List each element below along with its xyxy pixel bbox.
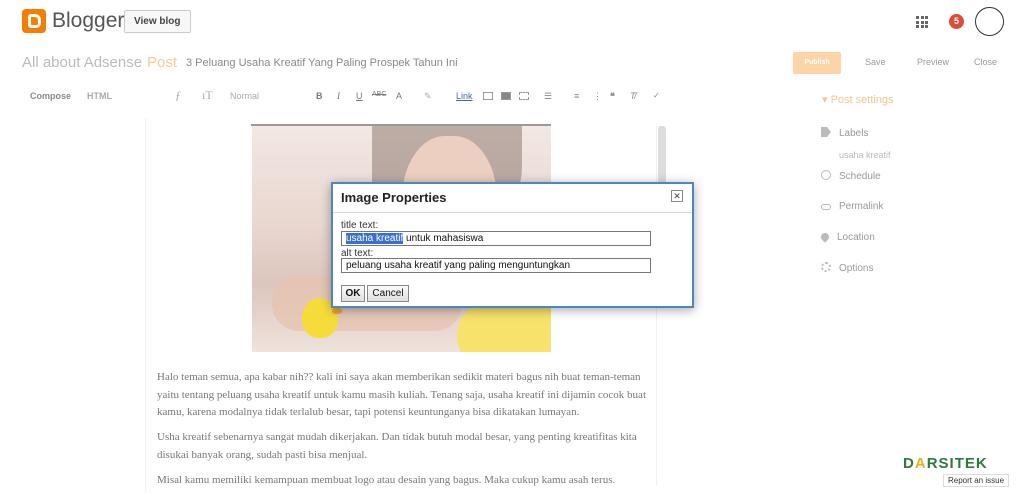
italic-button[interactable]: I <box>337 91 340 101</box>
report-issue-link[interactable]: Report an issue <box>943 474 1010 487</box>
sidebar-item-location[interactable]: Location <box>819 231 875 243</box>
app-name[interactable]: Blogger <box>52 9 124 33</box>
sidebar-item-permalink[interactable]: Permalink <box>821 201 883 212</box>
watermark-text: A <box>914 455 927 472</box>
watermark-logo: DARSITEK <box>903 455 988 472</box>
preview-button[interactable]: Preview <box>917 57 949 67</box>
notification-badge[interactable]: 5 <box>949 14 964 29</box>
link-button[interactable]: Link <box>456 91 473 101</box>
bold-button[interactable]: B <box>316 91 323 101</box>
selected-text: usaha kreatif <box>346 233 404 244</box>
paragraph[interactable]: Misal kamu memiliki kemampuan membuat lo… <box>157 472 652 490</box>
watermark-text: D <box>903 455 915 472</box>
label-icon <box>821 127 831 137</box>
title-text-label: title text: <box>341 220 379 231</box>
paragraph-text: Halo teman semua, apa kabar nih?? kali i… <box>157 371 646 418</box>
sidebar-item-schedule[interactable]: Schedule <box>821 170 881 182</box>
sidebar-item-options[interactable]: Options <box>821 262 873 274</box>
gear-icon <box>821 262 831 272</box>
close-icon[interactable]: ✕ <box>671 190 683 202</box>
compose-mode-button[interactable]: Compose <box>30 91 71 101</box>
paragraph[interactable]: Usha kreatif sebenarnya sangat mudah dik… <box>157 429 652 464</box>
blog-name[interactable]: All about Adsense <box>22 54 142 71</box>
top-bar: Blogger View blog 5 <box>0 0 1024 44</box>
numbered-list-icon[interactable]: ≡ <box>574 91 579 101</box>
clear-format-icon[interactable]: T̸ <box>630 91 636 101</box>
sidebar-item-labels[interactable]: Labels <box>821 127 868 139</box>
html-mode-button[interactable]: HTML <box>87 91 112 101</box>
ok-button[interactable]: OK <box>341 285 365 302</box>
format-select[interactable]: Normal <box>230 91 259 101</box>
section-label: Post <box>147 54 178 71</box>
insert-video-icon[interactable] <box>501 92 511 100</box>
quote-icon[interactable]: ❝ <box>610 91 615 102</box>
paragraph-text: Misal kamu memiliki kemampuan membuat lo… <box>157 474 616 486</box>
image-properties-dialog: Image Properties ✕ title text: usaha kre… <box>331 182 694 308</box>
apps-grid-icon[interactable] <box>916 16 928 28</box>
watermark-text: RSITEK <box>926 455 988 472</box>
highlight-icon[interactable]: ✎ <box>424 91 432 102</box>
save-button[interactable]: Save <box>865 57 886 67</box>
blogger-logo-icon[interactable] <box>22 9 46 33</box>
dialog-title: Image Properties <box>341 190 447 205</box>
text-color-button[interactable]: A <box>396 91 402 101</box>
sidebar-item-label: Options <box>839 263 874 274</box>
dialog-divider <box>333 212 692 213</box>
paragraph-text: Usha kreatif sebenarnya sangat mudah dik… <box>157 431 637 461</box>
post-title-input[interactable]: 3 Peluang Usaha Kreatif Yang Paling Pros… <box>186 57 458 69</box>
sidebar-item-label: Permalink <box>839 201 884 212</box>
align-icon[interactable]: ☰ <box>544 91 552 102</box>
sidebar-item-label: Schedule <box>839 171 881 182</box>
sidebar-item-label: Location <box>837 232 875 243</box>
view-blog-button[interactable]: View blog <box>124 10 191 33</box>
close-button[interactable]: Close <box>974 57 997 67</box>
title-text-input[interactable]: usaha kreatif untuk mahasiswa <box>341 231 651 246</box>
spellcheck-icon[interactable]: ✓ <box>653 91 660 100</box>
labels-value: usaha kreatif <box>839 150 891 160</box>
editor-toolbar: Compose HTML ƒ ıT Normal B I U ABC A ✎ L… <box>22 86 682 106</box>
alt-text-input[interactable]: peluang usaha kreatif yang paling mengun… <box>341 258 651 273</box>
font-family-icon[interactable]: ƒ <box>175 88 181 103</box>
avatar[interactable] <box>975 7 1004 36</box>
bullet-list-icon[interactable]: ⋮ <box>593 91 602 102</box>
font-size-icon[interactable]: ıT <box>202 88 213 103</box>
paragraph[interactable]: Halo teman semua, apa kabar nih?? kali i… <box>157 369 652 422</box>
link-icon <box>821 204 831 210</box>
location-pin-icon <box>819 231 831 243</box>
sidebar-item-label: Labels <box>839 128 869 139</box>
clock-icon <box>821 170 831 180</box>
insert-image-icon[interactable] <box>483 92 493 100</box>
publish-button[interactable]: Publish <box>793 52 841 74</box>
title-text-rest: untuk mahasiswa <box>403 233 484 244</box>
strikethrough-button[interactable]: ABC <box>372 91 386 98</box>
underline-button[interactable]: U <box>356 91 363 101</box>
jump-break-icon[interactable] <box>519 92 529 100</box>
post-settings-heading[interactable]: ▾ Post settings <box>822 93 894 106</box>
cancel-button[interactable]: Cancel <box>367 285 409 302</box>
